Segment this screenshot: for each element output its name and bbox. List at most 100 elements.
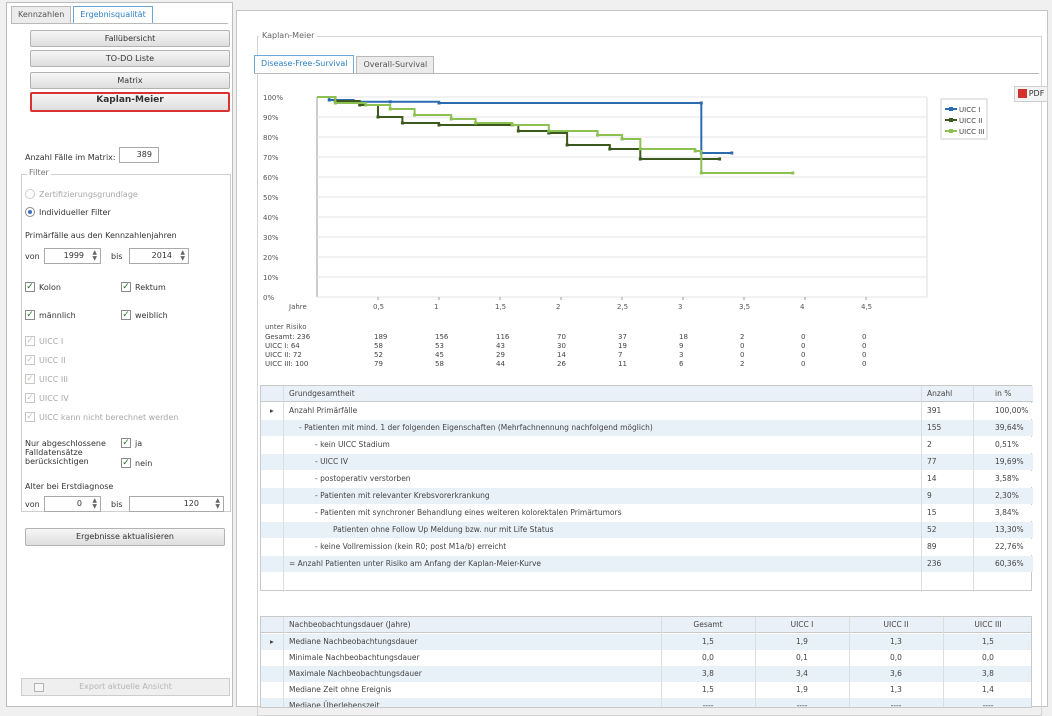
year-to-spinner-icon[interactable]: ▲ ▼	[180, 250, 185, 262]
risk-value: 9	[679, 342, 683, 350]
censor-marker	[388, 100, 392, 104]
table-row[interactable]: - keine Vollremission (kein R0; post M1a…	[261, 539, 1033, 555]
risk-value: 18	[679, 333, 688, 341]
checkbox-ja[interactable]: ✓	[121, 438, 131, 448]
row-value: ----	[890, 701, 902, 708]
age-from-field[interactable]: 0 ▲ ▼	[44, 496, 101, 512]
overview-button[interactable]: Fallübersicht	[30, 30, 230, 47]
row-label: - postoperativ verstorben	[315, 474, 411, 483]
left-tabs: Kennzahlen Ergebnisqualität	[11, 6, 155, 24]
age-to-field[interactable]: 120 ▲ ▼	[129, 496, 224, 512]
age-to-spinner-icon[interactable]: ▲ ▼	[215, 498, 220, 510]
checkbox-uicc-unknown[interactable]: ✓	[25, 412, 35, 422]
table-row[interactable]: Maximale Nachbeobachtungsdauer 3,8 3,4 3,6 3…	[261, 666, 1031, 682]
y-tick-label: 60%	[263, 174, 279, 182]
radio-individuell-label: Individueller Filter	[39, 208, 111, 217]
checkbox-kolon[interactable]: ✓	[25, 282, 35, 292]
row-count: 14	[927, 474, 937, 483]
checkbox-maennlich-label: männlich	[39, 311, 76, 320]
checkbox-uicc-3[interactable]: ✓	[25, 374, 35, 384]
matrix-button[interactable]: Matrix	[30, 72, 230, 89]
table-row[interactable]: ▸ Mediane Nachbeobachtungsdauer 1,5 1,9 1,3 1…	[261, 634, 1031, 650]
risk-value: 0	[801, 342, 805, 350]
row-value: 1,5	[702, 685, 714, 694]
table-row[interactable]: Mediane Zeit ohne Ereignis 1,5 1,9 1,3 1,4	[261, 682, 1031, 698]
checkbox-maennlich[interactable]: ✓	[25, 310, 35, 320]
table-row[interactable]: = Anzahl Patienten unter Risiko am Anfan…	[261, 556, 1033, 572]
row-label: Patienten ohne Follow Up Meldung bzw. nu…	[333, 525, 554, 534]
year-from-field[interactable]: 1999 ▲ ▼	[44, 248, 101, 264]
legend-label: UICC II	[959, 117, 982, 125]
radio-individuell[interactable]	[25, 207, 35, 217]
risk-value: 0	[740, 351, 744, 359]
header-uicc-2: UICC II	[883, 620, 909, 629]
y-tick-label: 0%	[263, 294, 274, 302]
censor-marker	[437, 123, 441, 127]
pdf-button[interactable]: PDF	[1014, 86, 1048, 102]
col-divider	[849, 617, 850, 707]
tab-ergebnisqualitaet[interactable]: Ergebnisqualität	[73, 6, 153, 24]
censor-marker	[718, 157, 722, 161]
tab-overall-survival[interactable]: Overall-Survival	[356, 56, 435, 73]
risk-value: 2	[740, 333, 744, 341]
row-value: 3,8	[702, 669, 714, 678]
checkbox-rektum-label: Rektum	[135, 283, 166, 292]
table-row[interactable]: - Patienten mit relevanter Krebsvorerkra…	[261, 488, 1033, 504]
censor-marker	[699, 101, 703, 105]
tab-disease-free-survival[interactable]: Disease-Free-Survival	[254, 55, 355, 73]
risk-row-label: Gesamt: 236	[265, 333, 311, 341]
censor-marker	[474, 121, 478, 125]
year-from-value: 1999	[63, 251, 84, 260]
risk-value: 14	[557, 351, 566, 359]
tab-kennzahlen[interactable]: Kennzahlen	[11, 6, 72, 23]
table-row[interactable]: - UICC IV 77 19,69%	[261, 454, 1033, 470]
row-value: ----	[982, 701, 994, 708]
update-results-button[interactable]: Ergebnisse aktualisieren	[25, 528, 225, 546]
radio-zertifizierung[interactable]	[25, 189, 35, 199]
checkbox-uicc-2[interactable]: ✓	[25, 355, 35, 365]
todo-button[interactable]: TO-DO Liste	[30, 50, 230, 67]
risk-table: Gesamt: 236 189 156 116 70 37 18 2 0 0UICC I: 64 5…	[265, 333, 866, 368]
checkbox-rektum[interactable]: ✓	[121, 282, 131, 292]
y-tick-label: 10%	[263, 274, 279, 282]
table-row[interactable]: - Patienten mit synchroner Behandlung ei…	[261, 505, 1033, 521]
row-label: = Anzahl Patienten unter Risiko am Anfan…	[289, 559, 541, 568]
tab-divider	[11, 23, 228, 24]
checkbox-nein[interactable]: ✓	[121, 458, 131, 468]
x-tick-labels: 0,5 1 1,5 2 2,5 3 3,5 4 4,5	[373, 297, 872, 311]
table-row[interactable]: - Patienten mit mind. 1 der folgenden Ei…	[261, 420, 1033, 436]
export-button[interactable]: Export aktuelle Ansicht	[21, 678, 230, 696]
table-row[interactable]: Mediane Überlebenszeit ---- ---- ---- ----	[261, 698, 1031, 708]
kaplan-meier-button[interactable]: Kaplan-Meier	[30, 92, 230, 112]
x-tick-label: 4,5	[861, 303, 872, 311]
col-divider	[943, 617, 944, 707]
table-row[interactable]: ▸ Anzahl Primärfälle 391 100,00%	[261, 403, 1033, 419]
censor-marker	[413, 113, 417, 117]
followup-table: Nachbeobachtungsdauer (Jahre) Gesamt UIC…	[260, 616, 1032, 708]
year-from-spinner-icon[interactable]: ▲ ▼	[92, 250, 97, 262]
row-label: Mediane Zeit ohne Ereignis	[289, 685, 392, 694]
table-row[interactable]: Minimale Nachbeobachtungsdauer 0,0 0,1 0,0 0…	[261, 650, 1031, 666]
year-to-field[interactable]: 2014 ▲ ▼	[129, 248, 189, 264]
censor-marker	[364, 103, 368, 107]
risk-value: 0	[862, 360, 866, 368]
table-row[interactable]: Patienten ohne Follow Up Meldung bzw. nu…	[261, 522, 1033, 538]
risk-value: 37	[618, 333, 627, 341]
row-count: 52	[927, 525, 937, 534]
matrix-count-field[interactable]: 389	[119, 147, 159, 163]
table-row[interactable]: - postoperativ verstorben 14 3,58%	[261, 471, 1033, 487]
table-row[interactable]: - kein UICC Stadium 2 0,51%	[261, 437, 1033, 453]
y-tick-label: 80%	[263, 134, 279, 142]
checkbox-uicc-1[interactable]: ✓	[25, 336, 35, 346]
age-from-spinner-icon[interactable]: ▲ ▼	[92, 498, 97, 510]
risk-row-label: UICC I: 64	[265, 342, 300, 350]
row-value: 0,0	[982, 653, 994, 662]
checkbox-weiblich[interactable]: ✓	[121, 310, 131, 320]
legend-label: UICC III	[959, 128, 984, 136]
left-panel: Kennzahlen Ergebnisqualität Fallübersich…	[6, 2, 233, 707]
risk-value: 70	[557, 333, 566, 341]
row-percent: 39,64%	[995, 423, 1024, 432]
x-tick-label: 3,5	[739, 303, 750, 311]
checkbox-uicc-4[interactable]: ✓	[25, 393, 35, 403]
row-percent: 3,84%	[995, 508, 1019, 517]
